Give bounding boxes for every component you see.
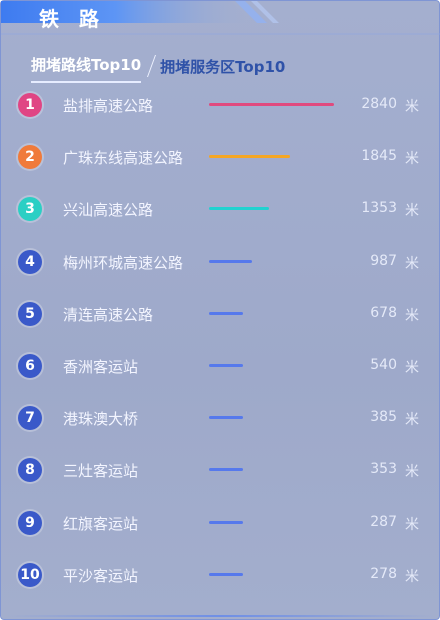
value-bar <box>209 103 334 106</box>
item-unit: 米 <box>405 464 419 481</box>
item-name: 梅州环城高速公路 <box>63 253 184 272</box>
item-unit: 米 <box>405 360 419 376</box>
value-bar <box>209 416 243 420</box>
item-name: 香洲客运站 <box>63 358 139 376</box>
item-value: 278 <box>370 565 397 582</box>
item-unit: 米 <box>405 307 419 324</box>
value-bar <box>209 572 243 576</box>
tab-congested-service-areas[interactable]: 拥堵服务区Top10 <box>160 56 285 77</box>
item-name: 清连高速公路 <box>63 305 154 324</box>
item-value: 987 <box>370 252 397 269</box>
rank-badge: 2 <box>18 145 42 170</box>
item-name: 兴汕高速公路 <box>63 201 154 220</box>
list-item[interactable]: 1 盐排高速公路 2840 米 <box>1 79 440 131</box>
item-value: 1353 <box>361 200 397 217</box>
item-unit: 米 <box>405 203 419 220</box>
value-bar <box>209 520 243 524</box>
value-bar <box>209 259 253 263</box>
item-name: 港珠澳大桥 <box>63 410 139 429</box>
item-value: 1845 <box>361 148 397 165</box>
value-bar <box>209 468 243 472</box>
rank-badge: 5 <box>18 301 42 326</box>
rank-badge: 6 <box>18 354 42 378</box>
value-bar <box>209 311 243 315</box>
rank-badge: 1 <box>18 93 42 117</box>
item-unit: 米 <box>405 412 419 429</box>
item-value: 353 <box>370 461 397 478</box>
item-value: 678 <box>370 304 397 321</box>
ranking-panel: 铁路 拥堵路线Top10 拥堵服务区Top10 1 盐排高速公路 2840 米 2 广珠东… <box>0 0 440 620</box>
list-item[interactable]: 7 港珠澳大桥 385 米 <box>1 392 440 444</box>
item-value: 385 <box>370 409 397 426</box>
list-item[interactable]: 4 梅州环城高速公路 987 米 <box>1 236 440 288</box>
tab-separator <box>147 55 157 77</box>
rank-badge: 7 <box>18 406 42 431</box>
list-item[interactable]: 9 红旗客运站 287 米 <box>1 497 440 549</box>
item-name: 三灶客运站 <box>63 462 139 481</box>
item-value: 287 <box>370 513 397 530</box>
panel-title: 铁路 <box>39 7 119 31</box>
list-item[interactable]: 3 兴汕高速公路 1353 米 <box>1 183 440 235</box>
item-unit: 米 <box>405 516 419 533</box>
item-name: 广珠东线高速公路 <box>63 149 184 168</box>
item-unit: 米 <box>405 99 419 115</box>
item-value: 540 <box>370 357 397 373</box>
value-bar <box>209 155 291 159</box>
rank-badge: 8 <box>18 458 42 483</box>
item-unit: 米 <box>405 151 419 168</box>
list-item[interactable]: 8 三灶客运站 353 米 <box>1 444 440 496</box>
item-value: 2840 <box>361 96 397 112</box>
list-item[interactable]: 6 香洲客运站 540 米 <box>1 340 440 392</box>
panel-header: 铁路 <box>1 1 440 35</box>
value-bar <box>209 364 243 367</box>
value-bar <box>209 207 269 211</box>
item-unit: 米 <box>405 255 419 272</box>
rank-badge: 9 <box>18 510 42 535</box>
list-item[interactable]: 10 平沙客运站 278 米 <box>1 549 440 601</box>
bottom-divider <box>7 615 435 617</box>
tab-bar: 拥堵路线Top10 拥堵服务区Top10 <box>31 51 285 83</box>
list-item[interactable]: 5 清连高速公路 678 米 <box>1 288 440 340</box>
rank-badge: 3 <box>18 197 42 222</box>
item-name: 平沙客运站 <box>63 566 139 585</box>
item-unit: 米 <box>405 568 419 585</box>
rank-badge: 10 <box>18 562 42 587</box>
item-name: 盐排高速公路 <box>63 97 154 115</box>
list-item[interactable]: 2 广珠东线高速公路 1845 米 <box>1 131 440 183</box>
item-name: 红旗客运站 <box>63 514 139 533</box>
rank-badge: 4 <box>18 249 42 274</box>
tab-congested-routes[interactable]: 拥堵路线Top10 <box>31 54 142 83</box>
